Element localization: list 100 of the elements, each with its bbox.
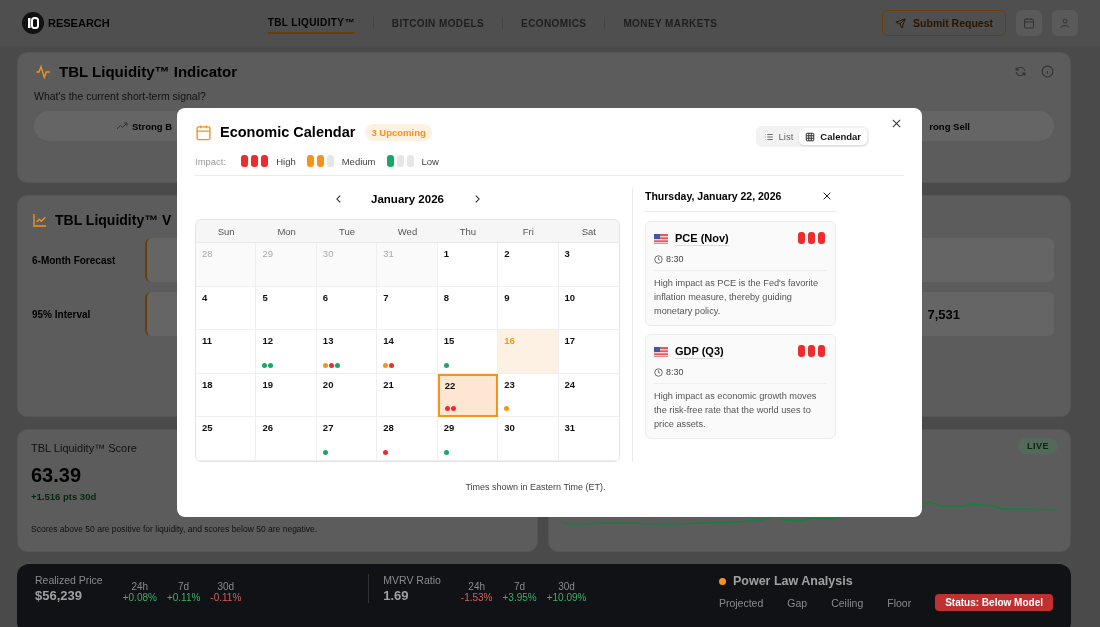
event-time: 8:30 [666, 254, 684, 264]
trend-up-icon [116, 121, 128, 131]
column-label: Ceiling [831, 596, 864, 609]
calendar-day[interactable]: 7 [377, 286, 438, 331]
timezone-note: Times shown in Eastern Time (ET). [464, 481, 607, 492]
status-badge: Status: Below Model [935, 594, 1053, 611]
dialog-title: Economic Calendar [220, 124, 356, 140]
status-dot-icon [718, 577, 726, 585]
logo-text: RESEARCH [48, 17, 110, 29]
calendar-day[interactable]: 13 [316, 330, 378, 374]
card-title: TBL Liquidity™ Indicator [59, 63, 238, 80]
section-title: Power Law Analysis [732, 574, 853, 588]
score-title: TBL Liquidity™ Score [31, 442, 137, 454]
calendar-day[interactable]: 9 [498, 286, 559, 331]
weekday-header: Sun [196, 220, 257, 243]
calendar-day[interactable]: 23 [498, 373, 559, 418]
calendar-day[interactable]: 1 [437, 243, 499, 287]
card-title: TBL Liquidity™ V [55, 212, 172, 228]
period-label: 7d [514, 581, 526, 592]
calendar-day[interactable]: 25 [196, 417, 257, 461]
clock-icon [654, 254, 663, 264]
event-time: 8:30 [666, 367, 684, 377]
calendar-day[interactable]: 8 [437, 286, 499, 331]
event-name: PCE (Nov) [675, 232, 729, 246]
flag-icon [654, 234, 668, 244]
signal-question: What's the current short-term signal? [34, 90, 206, 102]
send-icon [895, 17, 907, 29]
weekday-header: Wed [377, 220, 438, 243]
period-label: 30d [558, 581, 575, 592]
calendar-day[interactable]: 27 [316, 417, 378, 461]
score-value: 63.39 [31, 464, 82, 487]
calendar-day[interactable]: 29 [437, 417, 499, 461]
metric-label: MVRV Ratio [383, 574, 441, 586]
forecast-label: 6-Month Forecast [32, 254, 117, 266]
score-note: Scores above 50 are positive for liquidity, and scores below 50 are negative. [31, 524, 318, 534]
period-label: 30d [217, 581, 235, 592]
logo-icon [22, 12, 44, 34]
forecast-label: 95% Interval [32, 308, 92, 320]
column-label: Gap [787, 596, 808, 609]
period-label: 24h [131, 581, 149, 592]
impact-level-label: Low [421, 155, 439, 167]
close-icon [822, 191, 832, 201]
calendar-day[interactable]: 14 [377, 330, 438, 374]
period-change: +0.11% [166, 592, 201, 603]
weekday-header: Thu [437, 220, 499, 243]
event-description: High impact as PCE is the Fed's favorite inflation measure, thereby guiding monetary policy. [654, 277, 820, 318]
period-label: 24h [468, 581, 485, 592]
impact-label: Impact: [195, 155, 227, 167]
weekday-header: Sat [558, 220, 619, 243]
view-tab[interactable]: List [757, 128, 800, 145]
grid-icon [805, 131, 816, 142]
clock-icon [654, 367, 663, 377]
forecast-value: 7,531 [927, 306, 960, 322]
calendar-day[interactable]: 6 [316, 286, 378, 331]
signal-label: rong Sell [929, 120, 970, 132]
list-icon [763, 131, 774, 142]
period-change: +3.95% [502, 592, 537, 603]
metric-value: 1.69 [383, 588, 410, 603]
close-icon [891, 118, 902, 129]
calendar-day[interactable]: 28 [377, 417, 438, 461]
calendar-day[interactable]: 20 [316, 373, 378, 418]
calendar-icon [195, 124, 212, 141]
period-change: +0.08% [122, 592, 157, 603]
pulse-icon [34, 63, 52, 80]
calendar-day[interactable]: 18 [196, 373, 257, 418]
calendar-day[interactable]: 11 [196, 330, 257, 374]
event-name: GDP (Q3) [675, 345, 724, 359]
selected-date-title: Thursday, January 22, 2026 [645, 190, 782, 202]
column-label: Projected [718, 596, 764, 609]
close-button[interactable] [822, 191, 832, 201]
score-change: +1.516 pts 30d [31, 491, 97, 502]
calendar-day[interactable]: 12 [256, 330, 317, 374]
calendar-day[interactable]: 30 [498, 417, 559, 461]
flag-icon [654, 347, 668, 357]
impact-level-label: High [276, 155, 296, 167]
calendar-day[interactable]: 4 [196, 286, 257, 331]
month-title: January 2026 [370, 193, 445, 205]
live-badge: LIVE [1018, 438, 1058, 454]
metric-label: Realized Price [35, 574, 103, 586]
period-change: -1.53% [460, 592, 493, 603]
impact-level-label: Medium [341, 155, 376, 167]
weekday-header: Tue [316, 220, 378, 243]
column-label: Floor [887, 596, 912, 609]
calendar-day[interactable]: 22 [437, 373, 499, 418]
weekday-header: Fri [498, 220, 559, 243]
calendar-day[interactable]: 26 [256, 417, 317, 461]
period-change: -0.11% [210, 592, 242, 603]
calendar-day[interactable]: 15 [437, 330, 499, 374]
calendar-day[interactable]: 19 [256, 373, 317, 418]
calendar-day[interactable]: 5 [256, 286, 317, 331]
upcoming-badge: 3 Upcoming [365, 124, 432, 141]
period-label: 7d [178, 581, 190, 592]
view-tab[interactable]: Calendar [799, 128, 867, 145]
period-change: +10.09% [546, 592, 587, 603]
line-chart-icon [32, 212, 48, 228]
calendar-icon [1023, 17, 1035, 29]
calendar-day[interactable]: 21 [377, 373, 438, 418]
signal-label: Strong B [132, 120, 173, 132]
weekday-header: Mon [256, 220, 317, 243]
calendar-day[interactable]: 2 [498, 243, 559, 287]
